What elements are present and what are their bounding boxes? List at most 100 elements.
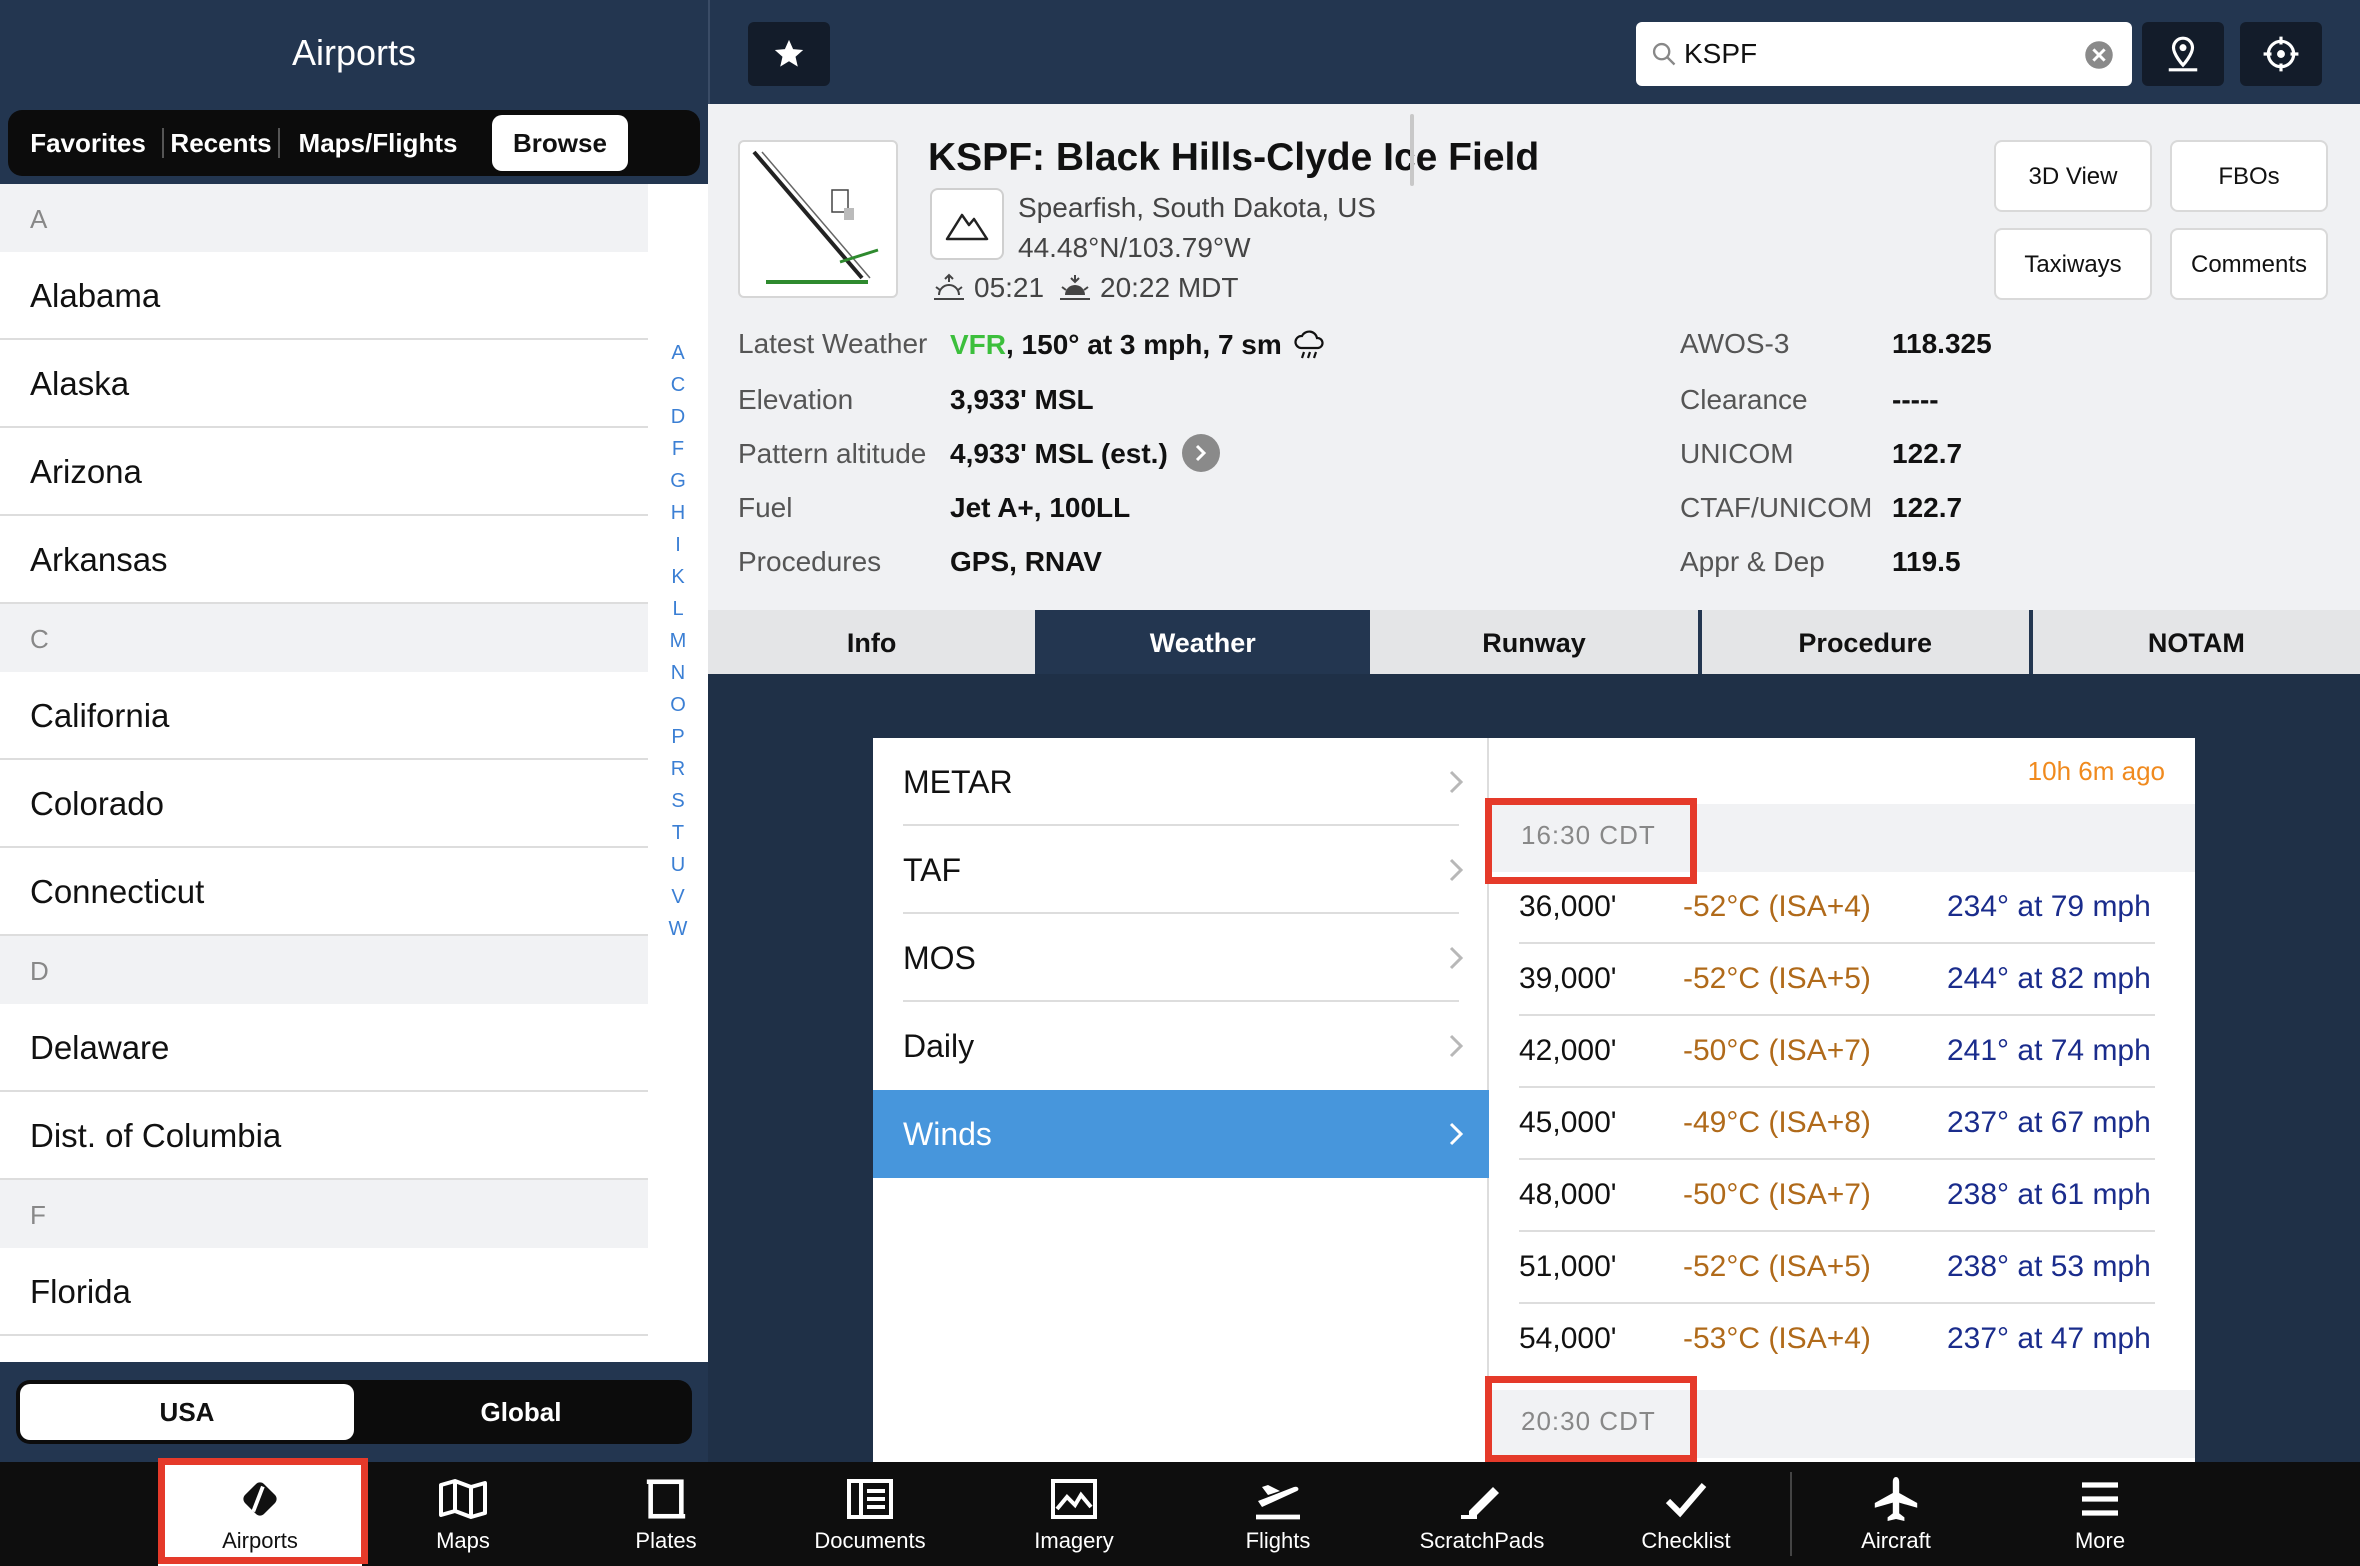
star-icon [774,39,804,67]
index-letter-f[interactable]: F [648,438,708,461]
search-input[interactable] [1684,32,2064,76]
alphabet-index[interactable]: ACDFGHIKLMNOPRSTUVW [648,184,708,1362]
airport-diagram-thumbnail[interactable] [738,140,898,298]
tabbar-more[interactable]: More [1998,1462,2202,1566]
region-usa[interactable]: USA [20,1384,354,1440]
index-letter-t[interactable]: T [648,822,708,845]
tab-weather[interactable]: Weather [1039,610,1367,674]
map-pin-button[interactable] [2142,22,2224,86]
tabbar-aircraft[interactable]: Aircraft [1794,1462,1998,1566]
state-row-dist-of-columbia[interactable]: Dist. of Columbia [0,1092,648,1180]
data-age: 10h 6m ago [2027,756,2165,786]
tabbar-flights[interactable]: Flights [1176,1462,1380,1566]
state-row-alaska[interactable]: Alaska [0,340,648,428]
menu-item-winds[interactable]: Winds [873,1090,1489,1178]
favorite-button[interactable] [748,22,830,86]
wind: 238° at 61 mph [1947,1178,2151,1211]
wind: 244° at 82 mph [1947,962,2151,995]
menu-item-mos[interactable]: MOS [873,914,1489,1002]
segment-browse[interactable]: Browse [492,115,628,171]
tabbar-plates[interactable]: Plates [564,1462,768,1566]
tabbar-documents[interactable]: Documents [768,1462,972,1566]
tabbar-scratchpads[interactable]: ScratchPads [1380,1462,1584,1566]
tab-info[interactable]: Info [708,610,1036,674]
index-letter-k[interactable]: K [648,566,708,589]
state-row-connecticut[interactable]: Connecticut [0,848,648,936]
airport-coordinates: 44.48°N/103.79°W [1018,232,1251,263]
index-letter-a[interactable]: A [648,342,708,365]
index-letter-v[interactable]: V [648,886,708,909]
temperature: -52°C (ISA+4) [1683,890,1871,923]
freq-value-appr-dep[interactable]: 119.5 [1892,546,1961,578]
pattern-altitude-disclosure[interactable] [1182,434,1220,472]
sidebar-segmented-control: Favorites Recents Maps/Flights Browse [8,110,700,176]
freq-value-ctaf[interactable]: 122.7 [1892,492,1962,524]
freq-value-awos[interactable]: 118.325 [1892,328,1992,360]
clear-icon[interactable] [2084,40,2114,70]
index-letter-d[interactable]: D [648,406,708,429]
state-row-arizona[interactable]: Arizona [0,428,648,516]
freq-label-ctaf: CTAF/UNICOM [1680,492,1873,523]
segment-recents[interactable]: Recents [164,115,278,171]
search-bar[interactable] [1636,22,2132,86]
3d-view-button[interactable]: 3D View [1994,140,2152,212]
airport-header: KSPF: Black Hills-Clyde Ice Field Spearf… [708,104,2360,610]
tab-runway[interactable]: Runway [1370,610,1698,674]
state-row-arkansas[interactable]: Arkansas [0,516,648,604]
tab-procedure[interactable]: Procedure [1701,610,2029,674]
locate-button[interactable] [2240,22,2322,86]
freq-value-unicom[interactable]: 122.7 [1892,438,1962,470]
taxiways-button[interactable]: Taxiways [1994,228,2152,300]
state-row-florida[interactable]: Florida [0,1248,648,1336]
freq-label-awos: AWOS-3 [1680,328,1790,359]
region-global[interactable]: Global [354,1384,688,1440]
tabbar-imagery[interactable]: Imagery [972,1462,1176,1566]
state-row-colorado[interactable]: Colorado [0,760,648,848]
comments-button[interactable]: Comments [2170,228,2328,300]
segment-maps-flights[interactable]: Maps/Flights [280,115,476,171]
segment-favorites[interactable]: Favorites [14,115,162,171]
table-row: 48,000' -50°C (ISA+7) 238° at 61 mph [1491,1160,2195,1232]
tabbar-label: More [2074,1528,2126,1553]
index-letter-s[interactable]: S [648,790,708,813]
latest-weather-value[interactable]: VFR, 150° at 3 mph, 7 sm [950,328,1328,362]
latest-weather-label: Latest Weather [738,328,928,359]
tab-notam[interactable]: NOTAM [2032,610,2360,674]
altitude: 36,000' [1519,890,1617,923]
fbos-button[interactable]: FBOs [2170,140,2328,212]
terrain-button[interactable] [930,188,1004,260]
index-letter-n[interactable]: N [648,662,708,685]
state-row-alabama[interactable]: Alabama [0,252,648,340]
menu-item-daily[interactable]: Daily [873,1002,1489,1090]
scroll-indicator[interactable] [1410,114,1414,186]
index-letter-c[interactable]: C [648,374,708,397]
index-letter-l[interactable]: L [648,598,708,621]
index-letter-p[interactable]: P [648,726,708,749]
highlight-box-time-second [1485,1376,1697,1462]
elevation-value: 3,933' MSL [950,384,1094,415]
freq-label-appr-dep: Appr & Dep [1680,546,1825,577]
tabbar-checklist[interactable]: Checklist [1584,1462,1788,1566]
index-letter-o[interactable]: O [648,694,708,717]
mountain-icon [945,213,989,241]
state-row-delaware[interactable]: Delaware [0,1004,648,1092]
index-letter-r[interactable]: R [648,758,708,781]
highlight-box-time-first [1485,798,1697,884]
tabbar-maps[interactable]: Maps [361,1462,565,1566]
state-row-california[interactable]: California [0,672,648,760]
index-letter-w[interactable]: W [648,918,708,941]
menu-item-metar[interactable]: METAR [873,738,1489,826]
documents-icon [847,1479,893,1519]
menu-item-taf[interactable]: TAF [873,826,1489,914]
index-letter-i[interactable]: I [648,534,708,557]
index-letter-m[interactable]: M [648,630,708,653]
index-letter-g[interactable]: G [648,470,708,493]
state-list[interactable]: A Alabama Alaska Arizona Arkansas C Cali… [0,184,648,1362]
chevron-right-icon [1449,1122,1464,1146]
altitude: 48,000' [1519,1178,1617,1211]
aircraft-icon [1874,1477,1918,1521]
index-letter-u[interactable]: U [648,854,708,877]
index-letter-h[interactable]: H [648,502,708,525]
chevron-right-icon [1449,946,1464,970]
procedures-value: GPS, RNAV [950,546,1102,577]
